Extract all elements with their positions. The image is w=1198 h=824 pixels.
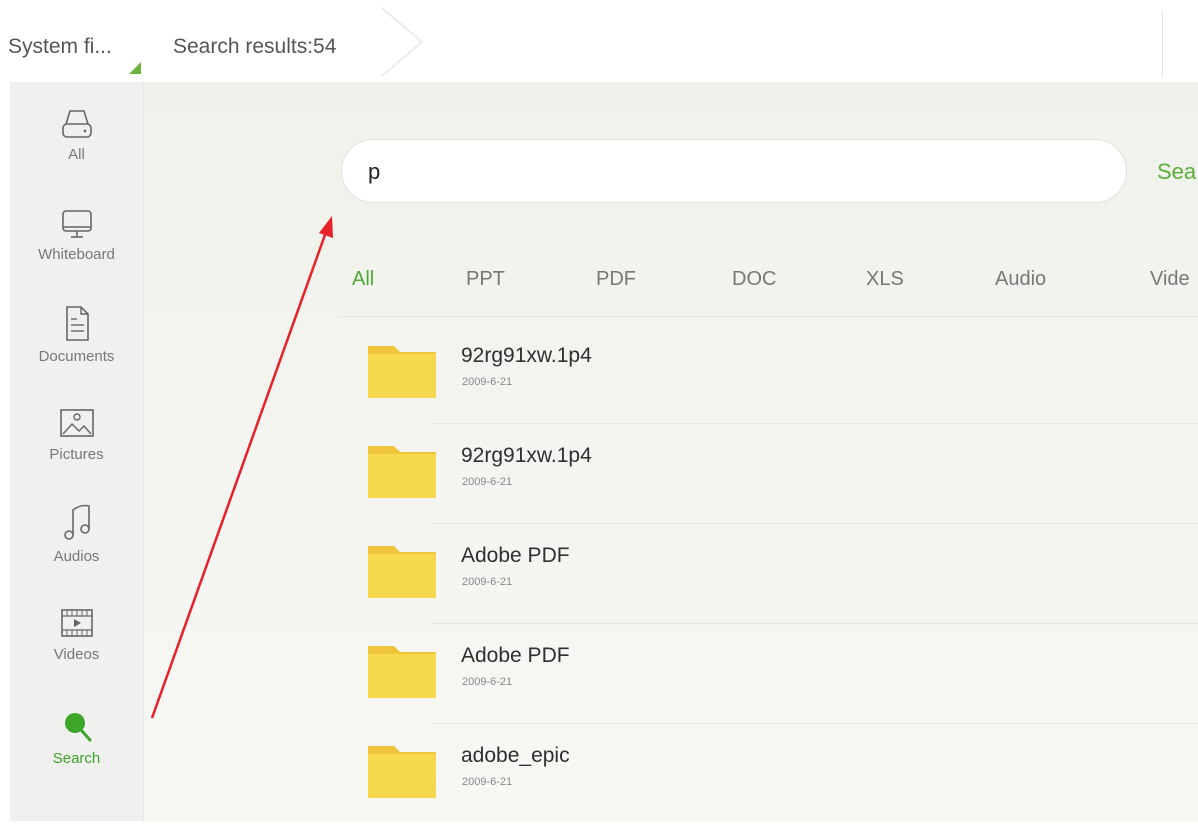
file-name: 92rg91xw.1p4: [461, 444, 592, 467]
tab-xls[interactable]: XLS: [866, 268, 904, 291]
sidebar-item-audios[interactable]: Audios: [10, 500, 143, 596]
dropdown-corner-icon: [129, 62, 141, 74]
music-note-icon: [63, 504, 90, 540]
sidebar-item-documents[interactable]: Documents: [10, 304, 143, 400]
drive-icon: [61, 110, 92, 138]
monitor-icon: [61, 210, 92, 238]
file-name: adobe_epic: [461, 744, 570, 767]
sidebar-item-videos[interactable]: Videos: [10, 606, 143, 702]
file-date: 2009-6-21: [462, 776, 513, 788]
tab-doc[interactable]: DOC: [732, 268, 776, 291]
folder-icon: [368, 646, 436, 698]
tab-ppt[interactable]: PPT: [466, 268, 505, 291]
sidebar-item-label: Search: [52, 750, 101, 767]
picture-icon: [59, 409, 94, 437]
tabs-divider: [338, 316, 1198, 317]
filter-tabs: All PPT PDF DOC XLS Audio Vide: [352, 268, 1198, 308]
file-row[interactable]: Adobe PDF 2009-6-21: [338, 524, 1198, 624]
file-row[interactable]: 92rg91xw.1p4 2009-6-21: [338, 424, 1198, 524]
folder-icon: [368, 446, 436, 498]
file-date: 2009-6-21: [462, 376, 513, 388]
sidebar-item-label: Pictures: [49, 446, 104, 463]
tab-video[interactable]: Vide: [1150, 268, 1190, 291]
file-date: 2009-6-21: [462, 576, 513, 588]
file-row[interactable]: 92rg91xw.1p4 2009-6-21: [338, 324, 1198, 424]
sidebar: All Whiteboard Documents Pictures Audios…: [10, 82, 144, 821]
main-panel: Sea All PPT PDF DOC XLS Audio Vide 92rg9…: [144, 82, 1198, 821]
sidebar-item-pictures[interactable]: Pictures: [10, 406, 143, 502]
file-date: 2009-6-21: [462, 676, 513, 688]
file-name: Adobe PDF: [461, 544, 570, 567]
file-row[interactable]: adobe_epic 2009-6-21: [338, 724, 1198, 824]
sidebar-item-label: Whiteboard: [38, 246, 115, 263]
breadcrumb-separator-icon: [381, 7, 424, 77]
file-name: 92rg91xw.1p4: [461, 344, 592, 367]
folder-icon: [368, 746, 436, 798]
breadcrumb: System fi... Search results:54: [0, 0, 1198, 82]
file-name: Adobe PDF: [461, 644, 570, 667]
sidebar-item-all[interactable]: All: [10, 106, 143, 202]
search-box: [341, 139, 1127, 203]
breadcrumb-root[interactable]: System fi...: [8, 35, 112, 59]
sidebar-item-label: Audios: [53, 548, 100, 565]
sidebar-item-label: Videos: [53, 646, 100, 663]
top-divider: [1162, 10, 1163, 78]
search-input[interactable]: [366, 152, 1110, 192]
sidebar-item-search[interactable]: Search: [10, 706, 143, 802]
tab-audio[interactable]: Audio: [995, 268, 1046, 291]
sidebar-item-whiteboard[interactable]: Whiteboard: [10, 206, 143, 302]
search-button[interactable]: Sea: [1157, 159, 1196, 185]
file-date: 2009-6-21: [462, 476, 513, 488]
sidebar-item-label: Documents: [38, 348, 115, 365]
tab-all[interactable]: All: [352, 268, 374, 291]
document-icon: [65, 306, 89, 341]
sidebar-item-label: All: [68, 146, 85, 163]
video-icon: [60, 609, 93, 637]
search-icon: [64, 713, 91, 742]
folder-icon: [368, 546, 436, 598]
breadcrumb-current: Search results:54: [173, 35, 337, 58]
file-row[interactable]: Adobe PDF 2009-6-21: [338, 624, 1198, 724]
tab-pdf[interactable]: PDF: [596, 268, 636, 291]
folder-icon: [368, 346, 436, 398]
